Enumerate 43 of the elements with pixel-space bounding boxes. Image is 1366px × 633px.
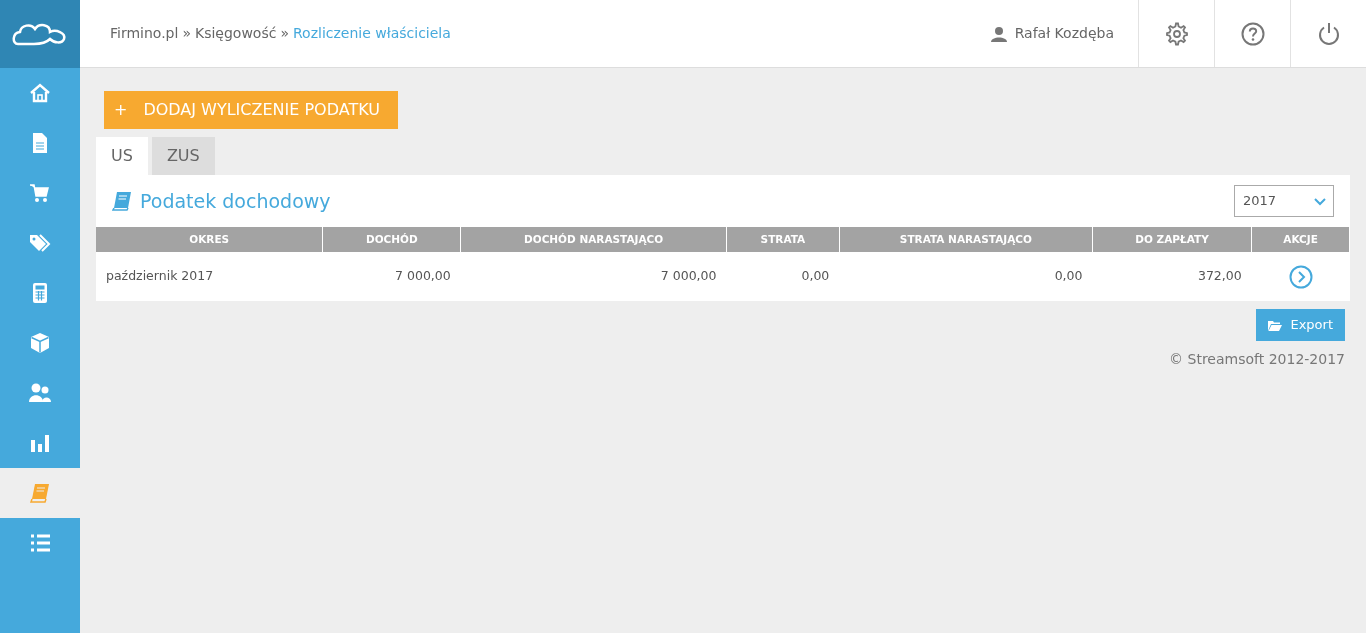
book-icon bbox=[29, 482, 51, 504]
cart-icon bbox=[29, 182, 51, 204]
breadcrumb-separator: » bbox=[280, 24, 289, 43]
users-icon bbox=[29, 382, 51, 404]
table-cell: 0,00 bbox=[1054, 268, 1083, 284]
sidebar-item[interactable] bbox=[0, 468, 80, 518]
tab[interactable]: ZUS bbox=[151, 137, 215, 175]
list-icon bbox=[29, 532, 51, 554]
column-header: OKRES bbox=[96, 227, 323, 252]
column-header: STRATA NARASTAJĄCO bbox=[839, 227, 1093, 252]
table-cell: październik 2017 bbox=[106, 268, 214, 284]
breadcrumb-current: Rozliczenie właściciela bbox=[293, 24, 451, 43]
column-header: DOCHÓD NARASTAJĄCO bbox=[460, 227, 727, 252]
tags-icon bbox=[29, 232, 51, 254]
column-header: DO ZAPŁATY bbox=[1092, 227, 1252, 252]
breadcrumb-separator: » bbox=[182, 24, 191, 43]
chevron-down-icon bbox=[1313, 196, 1327, 206]
breadcrumb-link[interactable]: Firmino.pl bbox=[110, 23, 179, 44]
power-icon bbox=[1316, 21, 1341, 46]
user-name[interactable]: Rafał Kozdęba bbox=[1014, 23, 1114, 44]
bar-chart-icon bbox=[29, 432, 51, 454]
table-cell: 7 000,00 bbox=[660, 268, 717, 284]
copyright-text: © Streamsoft 2012-2017 bbox=[1169, 350, 1345, 369]
table-cell: 372,00 bbox=[1197, 268, 1242, 284]
folder-icon bbox=[1268, 319, 1283, 331]
chevron-right-circle-icon[interactable] bbox=[1288, 264, 1313, 289]
user-icon bbox=[990, 25, 1007, 42]
home-icon bbox=[29, 82, 51, 104]
settings-icon bbox=[1164, 21, 1189, 46]
plus-icon: + bbox=[114, 98, 128, 122]
book-icon bbox=[112, 191, 132, 211]
column-header: DOCHÓD bbox=[322, 227, 461, 252]
cloud-logo-icon[interactable] bbox=[12, 21, 68, 47]
help-icon bbox=[1240, 21, 1265, 46]
cube-icon bbox=[29, 332, 51, 354]
panel-title: Podatek dochodowy bbox=[140, 188, 331, 214]
column-header: AKCJE bbox=[1251, 227, 1350, 252]
year-select[interactable]: 2017 bbox=[1234, 185, 1334, 217]
breadcrumb-link[interactable]: Księgowość bbox=[194, 23, 277, 44]
tab[interactable]: US bbox=[96, 137, 148, 175]
table-cell: 0,00 bbox=[801, 268, 830, 284]
column-header: STRATA bbox=[726, 227, 840, 252]
table-cell: 7 000,00 bbox=[395, 268, 451, 284]
